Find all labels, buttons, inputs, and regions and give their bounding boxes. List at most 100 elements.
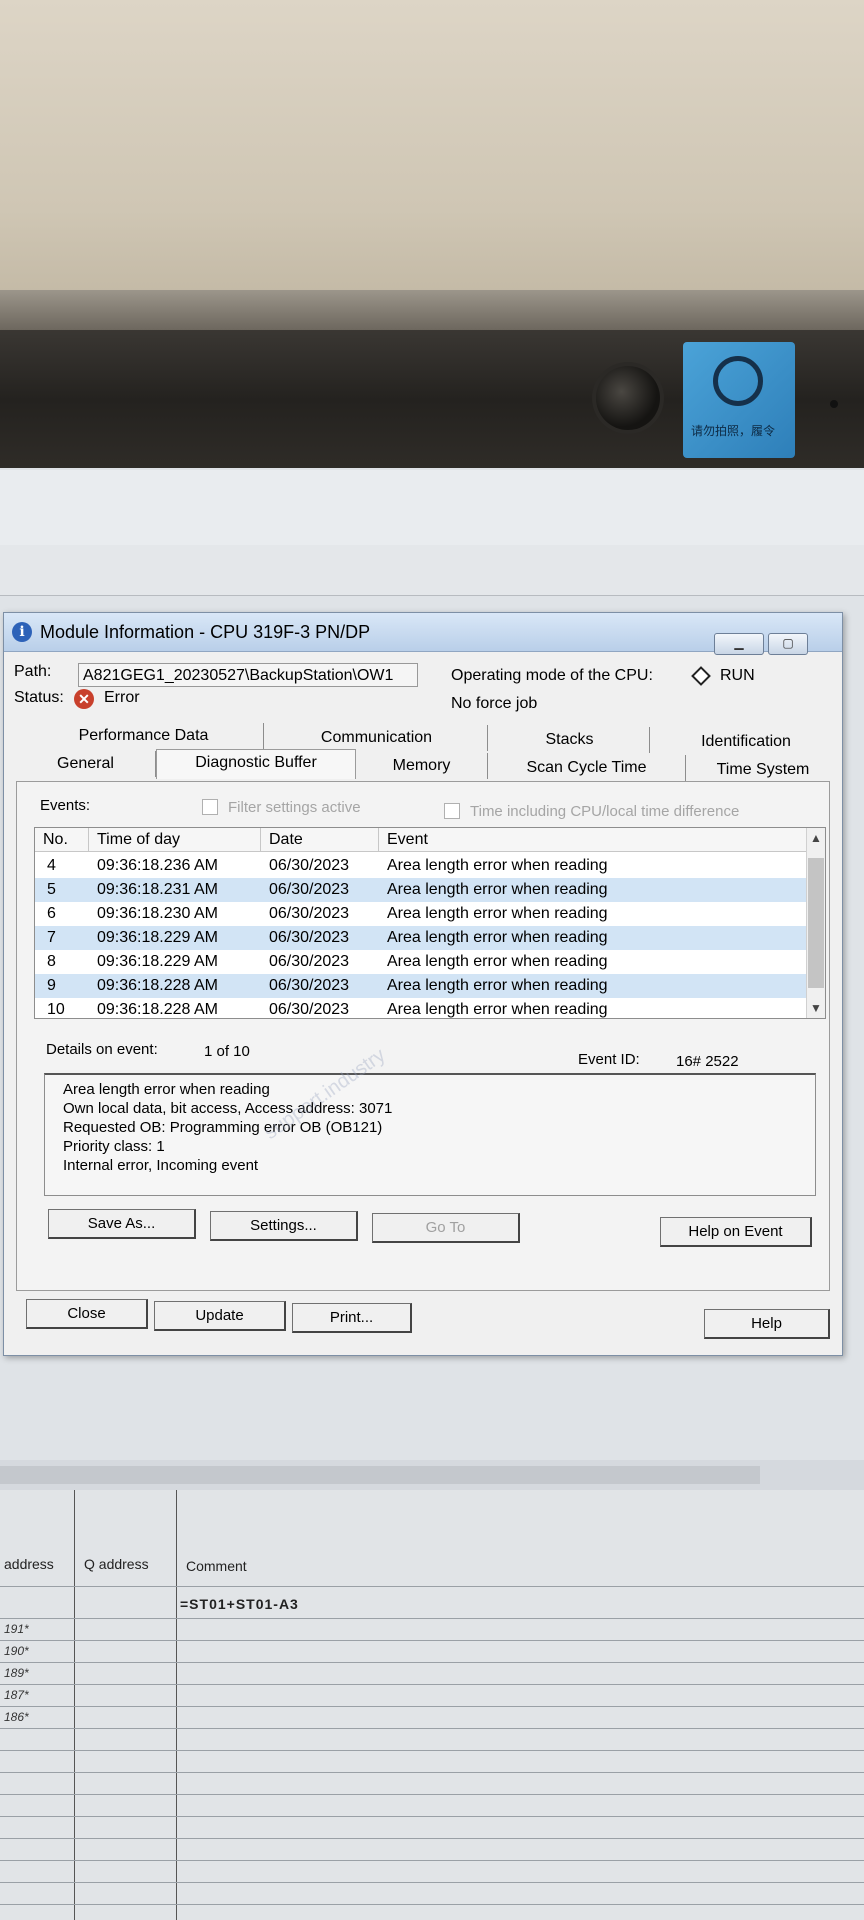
event-no: 8 — [47, 953, 56, 970]
event-id-label: Event ID: — [578, 1051, 640, 1068]
tab-stacks[interactable]: Stacks — [490, 727, 650, 753]
event-no: 6 — [47, 905, 56, 922]
event-date: 06/30/2023 — [269, 929, 350, 946]
event-time: 09:36:18.229 AM — [97, 929, 218, 946]
tab-general[interactable]: General — [16, 751, 156, 777]
column-header-event[interactable]: Event — [379, 828, 807, 852]
module-information-dialog: i Module Information - CPU 319F-3 PN/DP … — [3, 612, 843, 1356]
print-button[interactable]: Print... — [292, 1303, 412, 1333]
indicator-led — [830, 400, 838, 408]
grid-line — [0, 1728, 864, 1729]
error-icon: ✕ — [74, 689, 94, 709]
address-cell: 187* — [4, 1688, 29, 1702]
event-date: 06/30/2023 — [269, 881, 350, 898]
operating-mode-label: Operating mode of the CPU: — [451, 667, 653, 684]
event-text: Area length error when reading — [387, 905, 608, 922]
event-time: 09:36:18.231 AM — [97, 881, 218, 898]
event-row[interactable]: 9 09:36:18.228 AM 06/30/2023 Area length… — [35, 974, 807, 998]
event-time: 09:36:18.229 AM — [97, 953, 218, 970]
event-text: Area length error when reading — [387, 881, 608, 898]
info-icon: i — [12, 622, 32, 642]
column-header-no[interactable]: No. — [35, 828, 89, 852]
address-cell: 191* — [4, 1622, 29, 1636]
force-job-text: No force job — [451, 695, 538, 712]
event-row[interactable]: 8 09:36:18.229 AM 06/30/2023 Area length… — [35, 950, 807, 974]
filter-settings-checkbox[interactable] — [202, 799, 218, 815]
column-header-date[interactable]: Date — [261, 828, 379, 852]
help-on-event-button[interactable]: Help on Event — [660, 1217, 812, 1247]
settings-button[interactable]: Settings... — [210, 1211, 358, 1241]
event-row[interactable]: 4 09:36:18.236 AM 06/30/2023 Area length… — [35, 854, 807, 878]
tab-performance-data[interactable]: Performance Data — [24, 723, 264, 749]
event-row[interactable]: 7 09:36:18.229 AM 06/30/2023 Area length… — [35, 926, 807, 950]
event-time: 09:36:18.228 AM — [97, 977, 218, 994]
event-text: Area length error when reading — [387, 929, 608, 946]
grid-line — [0, 1586, 864, 1587]
tab-communication[interactable]: Communication — [266, 725, 488, 751]
save-as-button[interactable]: Save As... — [48, 1209, 196, 1239]
events-scrollbar[interactable]: ▲ ▼ — [806, 828, 825, 1018]
maximize-button[interactable]: ▢ — [768, 633, 808, 655]
column-divider — [176, 1490, 177, 1920]
wall-background — [0, 0, 864, 300]
monitor-bezel-edge — [0, 290, 864, 330]
event-details-box: Area length error when reading Own local… — [44, 1073, 816, 1196]
events-label: Events: — [40, 797, 91, 814]
update-button[interactable]: Update — [154, 1301, 286, 1331]
window-title: Module Information - CPU 319F-3 PN/DP — [40, 622, 371, 642]
event-date: 06/30/2023 — [269, 905, 350, 922]
event-time: 09:36:18.230 AM — [97, 905, 218, 922]
grid-line — [0, 1772, 864, 1773]
grid-line — [0, 1838, 864, 1839]
path-field: A821GEG1_20230527\BackupStation\OW1 — [78, 663, 418, 687]
help-button[interactable]: Help — [704, 1309, 830, 1339]
event-row[interactable]: 6 09:36:18.230 AM 06/30/2023 Area length… — [35, 902, 807, 926]
no-camera-icon — [713, 356, 763, 406]
scroll-down-icon[interactable]: ▼ — [808, 1000, 824, 1016]
go-to-button[interactable]: Go To — [372, 1213, 520, 1243]
grid-line — [0, 1816, 864, 1817]
title-bar[interactable]: i Module Information - CPU 319F-3 PN/DP … — [4, 613, 842, 655]
event-no: 9 — [47, 977, 56, 994]
column-header-time[interactable]: Time of day — [89, 828, 261, 852]
filter-settings-label: Filter settings active — [228, 799, 361, 816]
event-date: 06/30/2023 — [269, 1001, 350, 1018]
sticker-text: 请勿拍照，履令 — [691, 424, 776, 438]
event-text: Area length error when reading — [387, 977, 608, 994]
minimize-button[interactable]: ▁ — [714, 633, 764, 655]
event-time: 09:36:18.228 AM — [97, 1001, 218, 1018]
event-time: 09:36:18.236 AM — [97, 857, 218, 874]
event-row[interactable]: 5 09:36:18.231 AM 06/30/2023 Area length… — [35, 878, 807, 902]
event-no: 10 — [47, 1001, 65, 1018]
tab-memory[interactable]: Memory — [356, 753, 488, 779]
time-difference-checkbox[interactable] — [444, 803, 460, 819]
event-row[interactable]: 10 09:36:18.228 AM 06/30/2023 Area lengt… — [35, 998, 807, 1018]
tab-scan-cycle-time[interactable]: Scan Cycle Time — [488, 755, 686, 781]
background-panel — [0, 545, 864, 596]
grid-line — [0, 1618, 864, 1619]
background-scroll-thumb — [0, 1466, 760, 1484]
close-button[interactable]: Close — [26, 1299, 148, 1329]
status-label: Status: — [14, 689, 64, 706]
event-no: 5 — [47, 881, 56, 898]
address-cell: 189* — [4, 1666, 29, 1680]
tab-identification[interactable]: Identification — [652, 729, 840, 755]
grid-line — [0, 1794, 864, 1795]
column-divider — [74, 1490, 75, 1920]
detail-line: Requested OB: Programming error OB (OB12… — [63, 1119, 383, 1136]
detail-line: Own local data, bit access, Access addre… — [63, 1100, 393, 1117]
tab-time-system[interactable]: Time System — [686, 757, 840, 783]
grid-line — [0, 1684, 864, 1685]
event-date: 06/30/2023 — [269, 857, 350, 874]
webcam — [596, 366, 660, 430]
address-cell: 186* — [4, 1710, 29, 1724]
scroll-up-icon[interactable]: ▲ — [808, 830, 824, 846]
details-counter: 1 of 10 — [204, 1043, 250, 1060]
background-scrollbar — [0, 1460, 864, 1491]
events-list[interactable]: No. Time of day Date Event 4 09:36:18.23… — [34, 827, 826, 1019]
scrollbar-thumb[interactable] — [808, 858, 824, 988]
no-photo-sticker: 请勿拍照，履令 — [683, 342, 795, 458]
tab-diagnostic-buffer[interactable]: Diagnostic Buffer — [156, 749, 356, 779]
status-value: Error — [104, 689, 140, 706]
detail-line: Area length error when reading — [63, 1081, 270, 1098]
